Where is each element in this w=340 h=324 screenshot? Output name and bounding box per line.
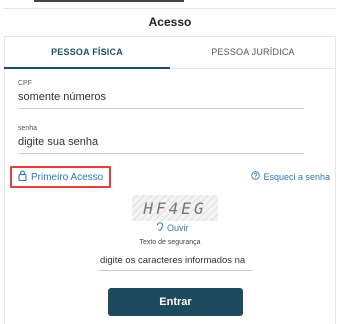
ouvir-link[interactable]: Ouvir [156,222,189,234]
senha-label: senha [18,125,38,132]
links-row: Primeiro Acesso Esqueci a senha [10,166,332,188]
captcha-text: HF4EG [143,198,207,218]
cpf-label: CPF [18,80,32,87]
senha-input[interactable] [18,136,304,154]
captcha-input[interactable] [98,255,252,271]
esqueci-senha-label: Esqueci a senha [263,171,330,182]
cpf-input[interactable] [18,91,304,109]
primeiro-acesso-label: Primeiro Acesso [31,171,104,183]
captcha-field-group [98,255,252,271]
captcha-label: Texto de segurança [139,239,201,246]
tab-bar: PESSOA FÍSICA PESSOA JURÍDICA [4,36,336,69]
ear-icon [156,222,164,234]
right-border [335,36,336,324]
primeiro-acesso-link[interactable]: Primeiro Acesso [10,166,112,188]
top-strip [34,0,184,2]
cpf-field-group: CPF [18,80,304,109]
page-title: Acesso [148,15,192,29]
top-divider [4,0,336,9]
help-circle-icon [251,171,261,182]
tab-pessoa-fisica[interactable]: PESSOA FÍSICA [4,37,170,69]
lock-icon [18,170,27,184]
ouvir-label: Ouvir [167,223,189,233]
esqueci-senha-link[interactable]: Esqueci a senha [251,171,330,182]
tab-pessoa-juridica[interactable]: PESSOA JURÍDICA [170,37,336,68]
senha-field-group: senha [18,125,304,154]
captcha-image: HF4EG [132,195,218,221]
entrar-button[interactable]: Entrar [108,288,243,316]
left-border [4,36,5,324]
